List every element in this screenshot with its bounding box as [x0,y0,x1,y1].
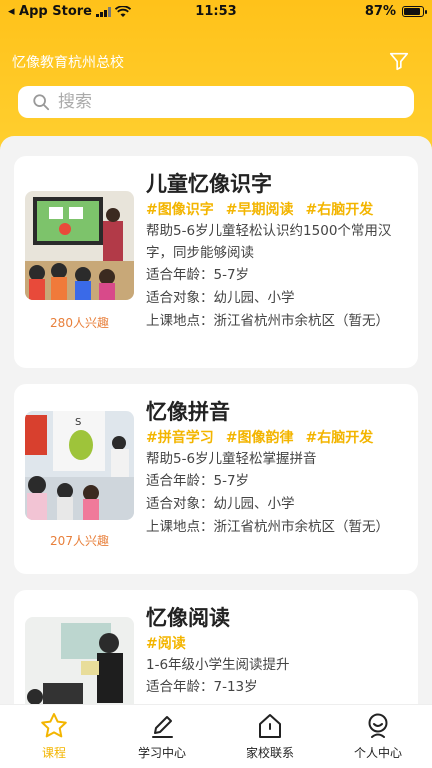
course-info: 忆像拼音 #拼音学习 #图像韵律 #右脑开发 帮助5-6岁儿童轻松掌握拼音 适合… [146,398,408,539]
course-tag[interactable]: #早期阅读 [226,200,294,220]
filter-icon[interactable] [388,50,410,72]
course-tag[interactable]: #阅读 [146,634,186,654]
course-thumbnail: S [25,411,134,520]
tab-profile[interactable]: 个人中心 [324,705,432,768]
course-description: 帮助5-6岁儿童轻松认识约1500个常用汉字，同步能够阅读 [146,223,392,261]
course-age: 适合年龄：5-7岁 [146,473,250,489]
course-description: 1-6年级小学生阅读提升 [146,657,290,673]
search-bar[interactable] [18,86,414,118]
course-tag[interactable]: #图像识字 [146,200,214,220]
course-location: 上课地点：浙江省杭州市余杭区（暂无） [146,313,389,329]
person-icon [368,713,388,738]
tab-home-school[interactable]: 家校联系 [216,705,324,768]
status-right: 87% [364,4,427,19]
battery-icon [402,6,427,17]
course-title[interactable]: 忆像阅读 [146,604,408,632]
course-title[interactable]: 忆像拼音 [146,398,408,426]
star-icon [41,713,67,738]
course-title[interactable]: 儿童忆像识字 [146,170,408,198]
interest-count: 207人兴趣 [50,534,109,548]
course-audience: 适合对象：幼儿园、小学 [146,496,295,512]
search-input[interactable] [58,92,358,112]
tab-courses[interactable]: 课程 [0,705,108,768]
course-thumbnail [25,191,134,300]
course-list[interactable]: 280人兴趣 儿童忆像识字 #图像识字 #早期阅读 #右脑开发 帮助5-6岁儿童… [0,136,432,704]
course-info: 忆像阅读 #阅读 1-6年级小学生阅读提升 适合年龄：7-13岁 [146,604,408,699]
course-tags: #拼音学习 #图像韵律 #右脑开发 [146,428,408,448]
course-card[interactable]: S 207人兴趣 忆像拼音 #拼音学习 #图像韵律 #右脑开发 帮助5-6岁儿童… [14,384,418,574]
tab-label: 家校联系 [245,746,294,760]
course-audience: 适合对象：幼儿园、小学 [146,290,295,306]
course-info: 儿童忆像识字 #图像识字 #早期阅读 #右脑开发 帮助5-6岁儿童轻松认识约15… [146,170,408,333]
course-thumbnail [25,617,134,704]
course-tag[interactable]: #拼音学习 [146,428,214,448]
course-age: 适合年龄：7-13岁 [146,679,258,695]
course-tags: #图像识字 #早期阅读 #右脑开发 [146,200,408,220]
course-location: 上课地点：浙江省杭州市余杭区（暂无） [146,519,389,535]
course-card[interactable]: 忆像阅读 #阅读 1-6年级小学生阅读提升 适合年龄：7-13岁 [14,590,418,704]
page-title: 忆像教育杭州总校 [12,55,124,71]
course-tag[interactable]: #右脑开发 [305,428,373,448]
course-tag[interactable]: #右脑开发 [305,200,373,220]
home-icon [259,714,281,738]
battery-fill [404,8,420,15]
tab-study-center[interactable]: 学习中心 [108,705,216,768]
search-icon [33,94,50,111]
tab-label: 课程 [41,746,66,760]
course-tags: #阅读 [146,634,408,654]
svg-text:S: S [75,417,81,428]
interest-count: 280人兴趣 [50,316,109,330]
tab-bar: 课程 学习中心 家校联系 个人中心 [0,704,432,768]
tab-label: 个人中心 [353,746,402,760]
status-bar: ◂ App Store 11:53 87% [0,0,432,24]
course-age: 适合年龄：5-7岁 [146,267,250,283]
course-card[interactable]: 280人兴趣 儿童忆像识字 #图像识字 #早期阅读 #右脑开发 帮助5-6岁儿童… [14,156,418,368]
tab-label: 学习中心 [137,746,186,760]
course-description: 帮助5-6岁儿童轻松掌握拼音 [146,451,317,467]
pencil-icon [152,716,173,738]
battery-percent: 87% [364,4,396,19]
course-tag[interactable]: #图像韵律 [226,428,294,448]
